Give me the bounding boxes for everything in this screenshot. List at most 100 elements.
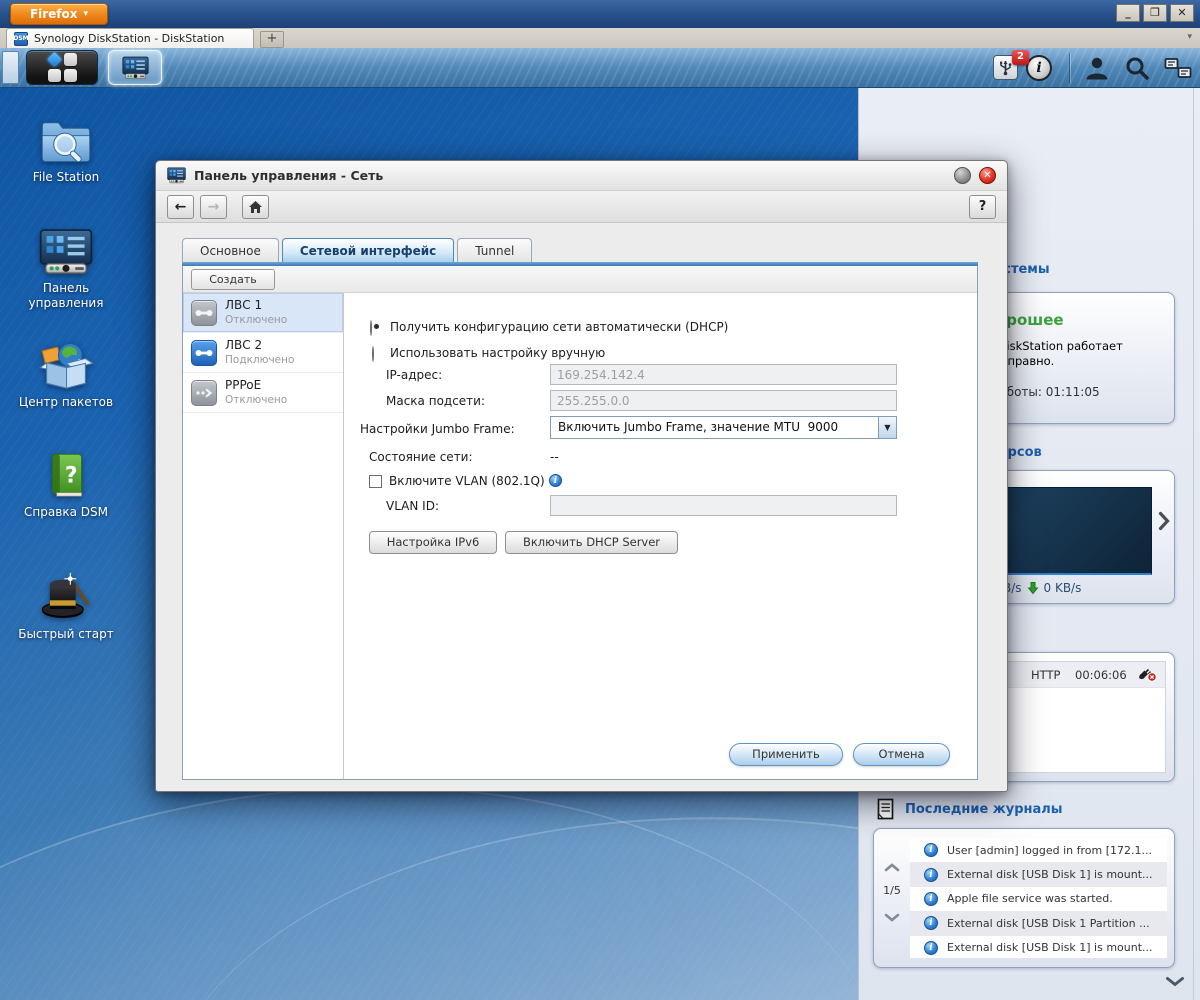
window-toolbar: ← → ?: [156, 191, 1007, 223]
interface-name: ЛВС 2: [225, 338, 263, 352]
browser-tab-diskstation[interactable]: DSM Synology DiskStation - DiskStation: [6, 28, 254, 48]
log-list: i User [admin] logged in from [172.1... …: [910, 838, 1167, 958]
lan-icon: [191, 340, 217, 366]
search-icon[interactable]: [1124, 55, 1150, 81]
taskbar-control-panel-button[interactable]: [108, 50, 162, 85]
log-entry: i Apple file service was started.: [910, 887, 1167, 911]
vlan-checkbox[interactable]: [369, 475, 382, 488]
usb-icon: [1000, 61, 1012, 76]
interface-item-lan2[interactable]: ЛВС 2 Подключено: [183, 333, 343, 373]
user-icon[interactable]: [1084, 55, 1110, 81]
maximize-icon[interactable]: ❐: [1143, 4, 1167, 22]
notification-cluster: 2 i: [993, 50, 1055, 84]
desktop-icon-control-panel[interactable]: Панель управления: [14, 228, 118, 311]
ipv6-setup-button[interactable]: Настройка IPv6: [369, 531, 497, 554]
ip-address-field[interactable]: [550, 364, 897, 385]
dsm-help-icon: ?: [51, 453, 83, 497]
subnet-mask-label: Маска подсети:: [386, 394, 486, 408]
main-menu-grid-icon: [46, 51, 77, 82]
desktop-icon-label: Справка DSM: [24, 505, 108, 519]
cancel-button[interactable]: Отмена: [853, 743, 950, 766]
minimize-icon[interactable]: _: [1116, 4, 1140, 22]
apply-button[interactable]: Применить: [729, 743, 843, 766]
control-panel-icon: [121, 56, 149, 79]
new-tab-button[interactable]: +: [260, 31, 284, 48]
window-title: Панель управления - Сеть: [194, 168, 384, 183]
svg-text:?: ?: [65, 463, 78, 488]
dsm-favicon-icon: DSM: [13, 31, 29, 46]
panel-scroll-down-icon[interactable]: [1165, 972, 1185, 991]
disconnect-icon[interactable]: [1138, 667, 1157, 686]
vlan-id-field[interactable]: [550, 495, 897, 516]
pppoe-icon: [191, 380, 217, 406]
firefox-menu-button[interactable]: Firefox ▾: [10, 3, 108, 25]
connection-protocol: HTTP: [1031, 668, 1061, 682]
info-icon: i: [924, 940, 938, 955]
subnet-mask-field[interactable]: [550, 390, 897, 411]
file-station-icon: [41, 122, 91, 163]
desktop-icon-file-station[interactable]: File Station: [14, 115, 118, 185]
chevron-right-icon[interactable]: [1158, 511, 1170, 535]
log-entry-text: User [admin] logged in from [172.1...: [947, 843, 1153, 857]
desktop-icon-quick-start[interactable]: Быстрый старт: [14, 570, 118, 642]
desktop-icon-package-center[interactable]: Центр пакетов: [14, 340, 118, 410]
list-all-tabs-caret-icon[interactable]: ▾: [1187, 32, 1192, 42]
create-button[interactable]: Создать: [191, 269, 275, 290]
log-entry-text: External disk [USB Disk 1] is mount...: [947, 941, 1153, 955]
interface-item-lan1[interactable]: ЛВС 1 Отключено: [183, 293, 343, 333]
connection-duration: 00:06:06: [1075, 668, 1127, 682]
dhcp-radio-label: Получить конфигурацию сети автоматически…: [390, 320, 729, 334]
tab-title: Synology DiskStation - DiskStation: [34, 32, 225, 45]
interface-item-pppoe[interactable]: PPPoE Отключено: [183, 373, 343, 413]
manual-radio-label: Использовать настройку вручную: [390, 346, 606, 360]
interface-name: ЛВС 1: [225, 298, 263, 312]
control-panel-window: Панель управления - Сеть ✕ ← → ? Основно…: [155, 160, 1008, 792]
log-entry: i External disk [USB Disk 1 Partition ..…: [910, 911, 1167, 936]
desktop-icon-dsm-help[interactable]: ? Справка DSM: [14, 450, 118, 520]
pager-up-icon[interactable]: [884, 857, 900, 876]
info-icon[interactable]: i: [1026, 55, 1052, 81]
dhcp-server-button[interactable]: Включить DHCP Server: [505, 531, 678, 554]
desktop-icon-label: Панель управления: [28, 281, 104, 310]
recent-logs-title: Последние журналы: [905, 801, 1063, 817]
pager-down-icon[interactable]: [884, 907, 900, 926]
dhcp-radio[interactable]: [370, 320, 379, 336]
window-minimize-button[interactable]: [954, 167, 971, 184]
window-close-button[interactable]: ✕: [979, 167, 996, 184]
info-icon: i: [924, 891, 938, 906]
browser-tabstrip: DSM Synology DiskStation - DiskStation +…: [0, 28, 1200, 48]
forward-icon[interactable]: →: [200, 194, 227, 219]
log-document-icon: [877, 798, 894, 820]
log-entry: i External disk [USB Disk 1] is mount...: [910, 862, 1167, 887]
vlan-info-icon[interactable]: i: [549, 474, 562, 487]
info-icon: i: [924, 916, 938, 931]
pilot-view-icon[interactable]: [1164, 56, 1192, 80]
log-entry: i External disk [USB Disk 1] is mount...: [910, 936, 1167, 960]
manual-radio[interactable]: [372, 346, 374, 362]
firefox-menu-label: Firefox: [29, 7, 78, 21]
show-desktop-button[interactable]: [2, 51, 19, 84]
interface-list-toolbar: Создать: [183, 266, 977, 293]
quick-start-icon: [41, 572, 90, 619]
tab-general[interactable]: Основное: [182, 238, 279, 262]
jumbo-frame-select[interactable]: Включить Jumbo Frame, значение MTU 9000 …: [550, 416, 897, 439]
main-menu-button[interactable]: [26, 50, 98, 85]
back-icon[interactable]: ←: [167, 194, 194, 219]
network-interface-panel: Создать ЛВС 1 Отключено ЛВС 2 Подключено: [182, 266, 978, 780]
vlan-id-label: VLAN ID:: [386, 499, 439, 513]
desktop-icon-label: Центр пакетов: [18, 395, 114, 409]
log-entry-text: External disk [USB Disk 1] is mount...: [947, 868, 1153, 882]
log-entry-text: Apple file service was started.: [947, 892, 1113, 906]
info-icon: i: [924, 843, 938, 858]
home-icon[interactable]: [242, 194, 269, 219]
tab-network-interface[interactable]: Сетевой интерфейс: [281, 238, 455, 262]
browser-window-controls: _ ❐ ✕: [1116, 4, 1194, 22]
close-icon[interactable]: ✕: [1170, 4, 1194, 22]
control-panel-icon: [39, 229, 93, 274]
notification-badge[interactable]: 2: [1012, 50, 1029, 65]
window-titlebar[interactable]: Панель управления - Сеть ✕: [156, 161, 1007, 191]
log-entry-text: External disk [USB Disk 1 Partition ...: [947, 916, 1150, 930]
tab-tunnel[interactable]: Tunnel: [457, 238, 533, 262]
pager-position: 1/5: [883, 884, 901, 897]
help-icon[interactable]: ?: [969, 194, 996, 219]
